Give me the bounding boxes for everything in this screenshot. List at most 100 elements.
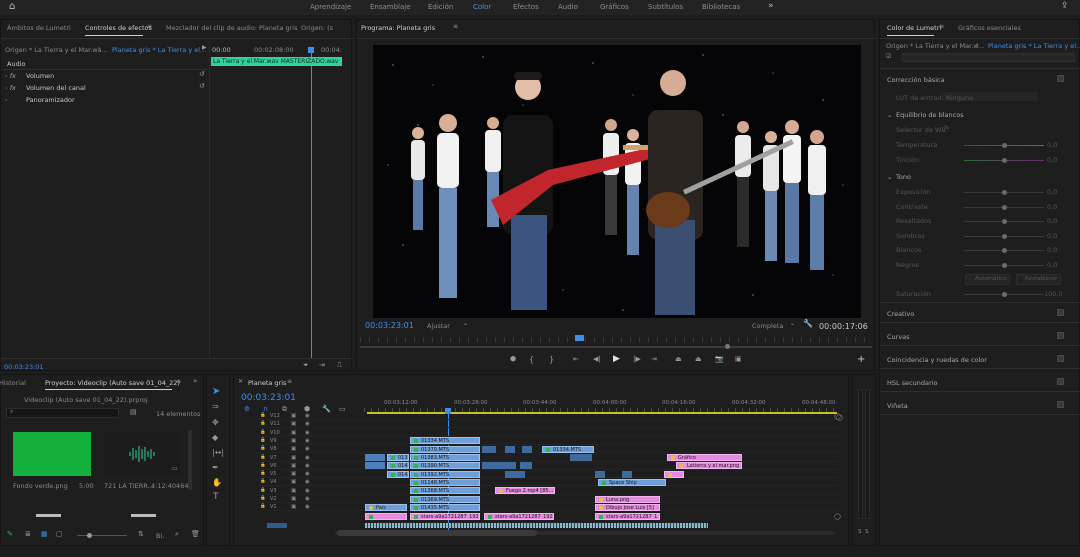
tone-header[interactable]: ⌄ bbox=[887, 173, 892, 181]
export-frame-icon[interactable]: 📷 bbox=[715, 356, 724, 363]
timeline-clip[interactable] bbox=[570, 454, 592, 461]
audio-track-clip[interactable] bbox=[365, 523, 708, 528]
program-zoom-handle[interactable] bbox=[725, 344, 730, 349]
more-panels-icon[interactable]: » bbox=[193, 378, 197, 385]
timeline-clip[interactable]: 01334.MTS bbox=[542, 446, 594, 453]
eye-icon[interactable]: ◉ bbox=[305, 438, 310, 444]
sync-lock-icon[interactable]: ▣ bbox=[291, 479, 296, 485]
timeline-clip[interactable] bbox=[365, 454, 385, 461]
timeline-clip[interactable] bbox=[622, 471, 632, 478]
track-row[interactable] bbox=[258, 437, 838, 445]
sync-lock-icon[interactable]: ▣ bbox=[291, 438, 296, 444]
go-to-out-icon[interactable]: ⇥ bbox=[651, 356, 657, 363]
slider-knob-tint[interactable] bbox=[1002, 158, 1007, 163]
filter-icon[interactable]: ⏷ bbox=[303, 362, 309, 369]
slider-value-blacks[interactable]: 0,0 bbox=[1047, 261, 1057, 269]
workspace-tab-color[interactable]: Color bbox=[473, 3, 491, 11]
track-label[interactable]: V7 bbox=[270, 455, 277, 461]
reset-icon[interactable]: ↺ bbox=[199, 83, 205, 90]
curves-header[interactable]: Curvas bbox=[887, 333, 910, 341]
lock-icon[interactable]: 🔒 bbox=[260, 504, 266, 509]
sync-lock-icon[interactable]: ▣ bbox=[291, 455, 296, 461]
comparison-view-icon[interactable]: ▣ bbox=[735, 356, 742, 363]
lock-icon[interactable]: 🔒 bbox=[260, 455, 266, 460]
track-row[interactable] bbox=[258, 429, 838, 437]
extract-icon[interactable]: ⏏ bbox=[695, 356, 702, 363]
lock-icon[interactable]: 🔒 bbox=[260, 471, 266, 476]
timeline-clip[interactable]: Dibujo Jose Luis [5] bbox=[595, 504, 660, 511]
vertical-scroll-handle-icon[interactable]: ◯ bbox=[834, 414, 841, 420]
track-label[interactable]: V2 bbox=[270, 496, 277, 502]
nest-icon[interactable]: ⟰ bbox=[244, 406, 250, 413]
timeline-clip[interactable]: Fuego 2.mp4 [85... bbox=[495, 487, 555, 494]
workspace-tab-subtitulos[interactable]: Subtítulos bbox=[648, 3, 683, 11]
hsl-secondary-checkbox[interactable] bbox=[1057, 378, 1064, 385]
mark-out-icon[interactable]: } bbox=[549, 356, 554, 364]
play-only-icon[interactable]: ▶ bbox=[202, 45, 207, 51]
program-timecode[interactable]: 00:03:23:01 bbox=[365, 321, 414, 330]
quality-dropdown[interactable]: Completa bbox=[752, 322, 783, 330]
export-icon[interactable]: ⇥ bbox=[319, 362, 325, 369]
program-video-frame[interactable] bbox=[373, 45, 861, 318]
slider-knob-temperature[interactable] bbox=[1002, 143, 1007, 148]
timeline-clip[interactable] bbox=[365, 513, 407, 520]
lock-icon[interactable]: 🔒 bbox=[260, 446, 266, 451]
source-clip-label[interactable]: Origen * La Tierra y el Mar.wa... bbox=[5, 46, 108, 54]
lock-icon[interactable]: 🔒 bbox=[260, 496, 266, 501]
timeline-clip[interactable]: Luna.png bbox=[595, 496, 660, 503]
workspace-tab-audio[interactable]: Audio bbox=[558, 3, 578, 11]
slider-value-whites[interactable]: 0,0 bbox=[1047, 246, 1057, 254]
track-row[interactable] bbox=[258, 420, 838, 429]
sync-lock-icon[interactable]: ▣ bbox=[291, 488, 296, 494]
new-bin-from-search-icon[interactable]: ▤ bbox=[130, 409, 137, 416]
workspace-tab-ensamblaje[interactable]: Ensamblaje bbox=[370, 3, 411, 11]
program-zoom-bar[interactable] bbox=[360, 346, 872, 348]
timeline-clip[interactable] bbox=[595, 471, 605, 478]
hand-tool-icon[interactable]: ✋ bbox=[212, 479, 222, 487]
close-icon[interactable]: ✕ bbox=[238, 379, 243, 385]
sync-lock-icon[interactable]: ▣ bbox=[291, 421, 296, 427]
tab-effect-controls[interactable]: Controles de efectos bbox=[85, 24, 152, 32]
eye-icon[interactable]: ◉ bbox=[305, 479, 310, 485]
slider-knob-highlights[interactable] bbox=[1002, 219, 1007, 224]
track-label[interactable]: V9 bbox=[270, 438, 277, 444]
slider-knob-saturation[interactable] bbox=[1002, 292, 1007, 297]
lock-icon[interactable]: 🔒 bbox=[260, 421, 266, 426]
share-icon[interactable]: ⇪ bbox=[1061, 2, 1069, 11]
slider-knob-blacks[interactable] bbox=[1002, 263, 1007, 268]
white-balance-header[interactable]: ⌄ bbox=[887, 111, 892, 119]
track-row[interactable] bbox=[258, 503, 838, 512]
timeline-clip[interactable] bbox=[482, 462, 516, 469]
slip-tool-icon[interactable]: |↔| bbox=[212, 449, 224, 457]
checkbox-icon[interactable]: ☑ bbox=[886, 54, 891, 60]
timeline-clip[interactable]: stars-a9a1721287_1920 bbox=[484, 513, 554, 520]
workspace-tab-graficos[interactable]: Gráficos bbox=[600, 3, 629, 11]
vignette-checkbox[interactable] bbox=[1057, 401, 1064, 408]
slider-value-saturation[interactable]: 100,0 bbox=[1044, 290, 1063, 298]
lock-icon[interactable]: 🔒 bbox=[260, 413, 266, 418]
step-back-icon[interactable]: ◀| bbox=[593, 356, 601, 363]
track-row[interactable] bbox=[258, 470, 838, 479]
mark-in-icon[interactable]: { bbox=[529, 356, 534, 364]
fx-channel-volume-row[interactable]: › fx bbox=[5, 84, 16, 92]
track-row[interactable] bbox=[258, 495, 838, 503]
project-item-thumb-2[interactable] bbox=[36, 514, 61, 517]
program-scrub-bar[interactable] bbox=[360, 337, 872, 342]
home-icon[interactable]: ⌂ bbox=[9, 2, 15, 12]
eye-icon[interactable]: ◉ bbox=[305, 488, 310, 494]
timeline-clip[interactable] bbox=[522, 446, 532, 453]
slider-knob-whites[interactable] bbox=[1002, 248, 1007, 253]
basic-correction-checkbox[interactable] bbox=[1057, 75, 1064, 82]
track-select-tool-icon[interactable]: ⇒ bbox=[212, 403, 219, 411]
meter-solo-left[interactable]: S bbox=[858, 529, 862, 535]
project-search-input[interactable] bbox=[6, 408, 119, 418]
timeline-clip[interactable]: 01392.MTS bbox=[410, 471, 480, 478]
fx-panner-row[interactable]: › bbox=[5, 96, 8, 104]
eye-icon[interactable]: ◉ bbox=[305, 455, 310, 461]
panel-menu-icon[interactable]: ≡ bbox=[147, 24, 152, 30]
track-label[interactable]: V11 bbox=[270, 421, 280, 427]
color-match-checkbox[interactable] bbox=[1057, 355, 1064, 362]
slider-value-contrast[interactable]: 0,0 bbox=[1047, 203, 1057, 211]
play-icon[interactable]: ▶ bbox=[613, 355, 620, 364]
timeline-clip[interactable]: 0131 bbox=[387, 454, 409, 461]
